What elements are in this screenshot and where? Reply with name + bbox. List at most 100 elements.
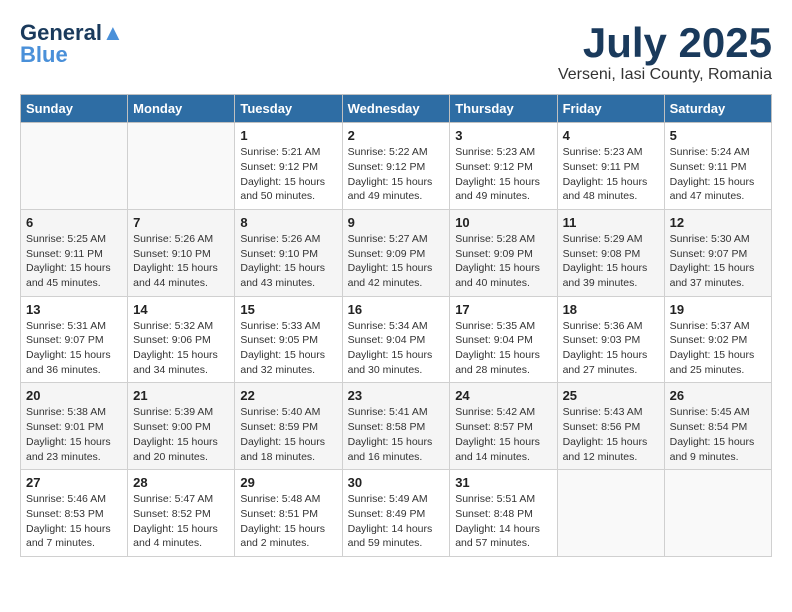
day-number: 28: [133, 475, 229, 490]
header-friday: Friday: [557, 95, 664, 123]
calendar-cell: 10 Sunrise: 5:28 AM Sunset: 9:09 PM Dayli…: [450, 209, 557, 296]
calendar-cell: 23 Sunrise: 5:41 AM Sunset: 8:58 PM Dayli…: [342, 383, 450, 470]
header-sunday: Sunday: [21, 95, 128, 123]
day-info: Sunrise: 5:39 AM Sunset: 9:00 PM Dayligh…: [133, 405, 229, 464]
day-number: 3: [455, 128, 551, 143]
header-wednesday: Wednesday: [342, 95, 450, 123]
day-info: Sunrise: 5:21 AM Sunset: 9:12 PM Dayligh…: [240, 145, 336, 204]
day-number: 29: [240, 475, 336, 490]
calendar-cell: 30 Sunrise: 5:49 AM Sunset: 8:49 PM Dayli…: [342, 470, 450, 557]
day-number: 8: [240, 215, 336, 230]
calendar-cell: 9 Sunrise: 5:27 AM Sunset: 9:09 PM Daylig…: [342, 209, 450, 296]
header-thursday: Thursday: [450, 95, 557, 123]
day-info: Sunrise: 5:24 AM Sunset: 9:11 PM Dayligh…: [670, 145, 766, 204]
logo: General▲ Blue: [20, 20, 124, 68]
calendar-cell: 18 Sunrise: 5:36 AM Sunset: 9:03 PM Dayli…: [557, 296, 664, 383]
day-info: Sunrise: 5:36 AM Sunset: 9:03 PM Dayligh…: [563, 319, 659, 378]
calendar-cell: 15Sunrise: 5:33 AM Sunset: 9:05 PM Dayli…: [235, 296, 342, 383]
calendar-cell: 26 Sunrise: 5:45 AM Sunset: 8:54 PM Dayli…: [664, 383, 771, 470]
week-row-2: 13 Sunrise: 5:31 AM Sunset: 9:07 PM Dayli…: [21, 296, 772, 383]
day-info: Sunrise: 5:31 AM Sunset: 9:07 PM Dayligh…: [26, 319, 122, 378]
day-number: 31: [455, 475, 551, 490]
day-info: Sunrise: 5:45 AM Sunset: 8:54 PM Dayligh…: [670, 405, 766, 464]
day-number: 22: [240, 388, 336, 403]
header-tuesday: Tuesday: [235, 95, 342, 123]
day-number: 12: [670, 215, 766, 230]
calendar-cell: 3 Sunrise: 5:23 AM Sunset: 9:12 PM Daylig…: [450, 123, 557, 210]
calendar-cell: 5 Sunrise: 5:24 AM Sunset: 9:11 PM Daylig…: [664, 123, 771, 210]
week-row-4: 27 Sunrise: 5:46 AM Sunset: 8:53 PM Dayli…: [21, 470, 772, 557]
day-info: Sunrise: 5:22 AM Sunset: 9:12 PM Dayligh…: [348, 145, 445, 204]
day-info: Sunrise: 5:38 AM Sunset: 9:01 PM Dayligh…: [26, 405, 122, 464]
header-row: SundayMondayTuesdayWednesdayThursdayFrid…: [21, 95, 772, 123]
calendar-cell: [128, 123, 235, 210]
day-info: Sunrise: 5:51 AM Sunset: 8:48 PM Dayligh…: [455, 492, 551, 551]
day-number: 23: [348, 388, 445, 403]
calendar-cell: 1 Sunrise: 5:21 AM Sunset: 9:12 PM Daylig…: [235, 123, 342, 210]
day-info: Sunrise: 5:26 AM Sunset: 9:10 PM Dayligh…: [133, 232, 229, 291]
day-number: 7: [133, 215, 229, 230]
day-info: Sunrise: 5:43 AM Sunset: 8:56 PM Dayligh…: [563, 405, 659, 464]
day-info: Sunrise: 5:26 AM Sunset: 9:10 PM Dayligh…: [240, 232, 336, 291]
calendar-table: SundayMondayTuesdayWednesdayThursdayFrid…: [20, 94, 772, 557]
logo-blue: Blue: [20, 42, 68, 68]
day-info: Sunrise: 5:32 AM Sunset: 9:06 PM Dayligh…: [133, 319, 229, 378]
day-number: 16: [348, 302, 445, 317]
day-info: Sunrise: 5:29 AM Sunset: 9:08 PM Dayligh…: [563, 232, 659, 291]
day-number: 24: [455, 388, 551, 403]
calendar-cell: 6 Sunrise: 5:25 AM Sunset: 9:11 PM Daylig…: [21, 209, 128, 296]
day-info: Sunrise: 5:28 AM Sunset: 9:09 PM Dayligh…: [455, 232, 551, 291]
day-info: Sunrise: 5:47 AM Sunset: 8:52 PM Dayligh…: [133, 492, 229, 551]
calendar-cell: 8 Sunrise: 5:26 AM Sunset: 9:10 PM Daylig…: [235, 209, 342, 296]
calendar-cell: 22Sunrise: 5:40 AM Sunset: 8:59 PM Dayli…: [235, 383, 342, 470]
week-row-1: 6 Sunrise: 5:25 AM Sunset: 9:11 PM Daylig…: [21, 209, 772, 296]
title-area: July 2025 Verseni, Iasi County, Romania: [558, 20, 772, 84]
calendar-cell: 21Sunrise: 5:39 AM Sunset: 9:00 PM Dayli…: [128, 383, 235, 470]
day-number: 1: [240, 128, 336, 143]
calendar-cell: 27 Sunrise: 5:46 AM Sunset: 8:53 PM Dayli…: [21, 470, 128, 557]
calendar-cell: 31 Sunrise: 5:51 AM Sunset: 8:48 PM Dayli…: [450, 470, 557, 557]
day-number: 14: [133, 302, 229, 317]
day-info: Sunrise: 5:42 AM Sunset: 8:57 PM Dayligh…: [455, 405, 551, 464]
calendar-cell: 20Sunrise: 5:38 AM Sunset: 9:01 PM Dayli…: [21, 383, 128, 470]
day-number: 5: [670, 128, 766, 143]
day-info: Sunrise: 5:37 AM Sunset: 9:02 PM Dayligh…: [670, 319, 766, 378]
day-number: 25: [563, 388, 659, 403]
calendar-cell: 11 Sunrise: 5:29 AM Sunset: 9:08 PM Dayli…: [557, 209, 664, 296]
calendar-cell: 17Sunrise: 5:35 AM Sunset: 9:04 PM Dayli…: [450, 296, 557, 383]
day-info: Sunrise: 5:30 AM Sunset: 9:07 PM Dayligh…: [670, 232, 766, 291]
day-number: 13: [26, 302, 122, 317]
day-info: Sunrise: 5:34 AM Sunset: 9:04 PM Dayligh…: [348, 319, 445, 378]
day-info: Sunrise: 5:35 AM Sunset: 9:04 PM Dayligh…: [455, 319, 551, 378]
day-number: 27: [26, 475, 122, 490]
calendar-cell: 7 Sunrise: 5:26 AM Sunset: 9:10 PM Daylig…: [128, 209, 235, 296]
day-number: 2: [348, 128, 445, 143]
calendar-cell: 2 Sunrise: 5:22 AM Sunset: 9:12 PM Daylig…: [342, 123, 450, 210]
day-number: 18: [563, 302, 659, 317]
calendar-cell: 19 Sunrise: 5:37 AM Sunset: 9:02 PM Dayli…: [664, 296, 771, 383]
day-info: Sunrise: 5:25 AM Sunset: 9:11 PM Dayligh…: [26, 232, 122, 291]
day-info: Sunrise: 5:46 AM Sunset: 8:53 PM Dayligh…: [26, 492, 122, 551]
calendar-cell: 13 Sunrise: 5:31 AM Sunset: 9:07 PM Dayli…: [21, 296, 128, 383]
calendar-cell: 24 Sunrise: 5:42 AM Sunset: 8:57 PM Dayli…: [450, 383, 557, 470]
calendar-cell: [664, 470, 771, 557]
day-number: 19: [670, 302, 766, 317]
day-info: Sunrise: 5:41 AM Sunset: 8:58 PM Dayligh…: [348, 405, 445, 464]
header-saturday: Saturday: [664, 95, 771, 123]
day-info: Sunrise: 5:23 AM Sunset: 9:12 PM Dayligh…: [455, 145, 551, 204]
header-monday: Monday: [128, 95, 235, 123]
day-number: 26: [670, 388, 766, 403]
day-info: Sunrise: 5:49 AM Sunset: 8:49 PM Dayligh…: [348, 492, 445, 551]
day-number: 11: [563, 215, 659, 230]
day-number: 10: [455, 215, 551, 230]
day-number: 30: [348, 475, 445, 490]
week-row-0: 1 Sunrise: 5:21 AM Sunset: 9:12 PM Daylig…: [21, 123, 772, 210]
day-info: Sunrise: 5:48 AM Sunset: 8:51 PM Dayligh…: [240, 492, 336, 551]
calendar-cell: 14 Sunrise: 5:32 AM Sunset: 9:06 PM Dayli…: [128, 296, 235, 383]
day-number: 6: [26, 215, 122, 230]
day-info: Sunrise: 5:27 AM Sunset: 9:09 PM Dayligh…: [348, 232, 445, 291]
calendar-cell: [557, 470, 664, 557]
day-number: 9: [348, 215, 445, 230]
day-info: Sunrise: 5:23 AM Sunset: 9:11 PM Dayligh…: [563, 145, 659, 204]
calendar-cell: 29 Sunrise: 5:48 AM Sunset: 8:51 PM Dayli…: [235, 470, 342, 557]
